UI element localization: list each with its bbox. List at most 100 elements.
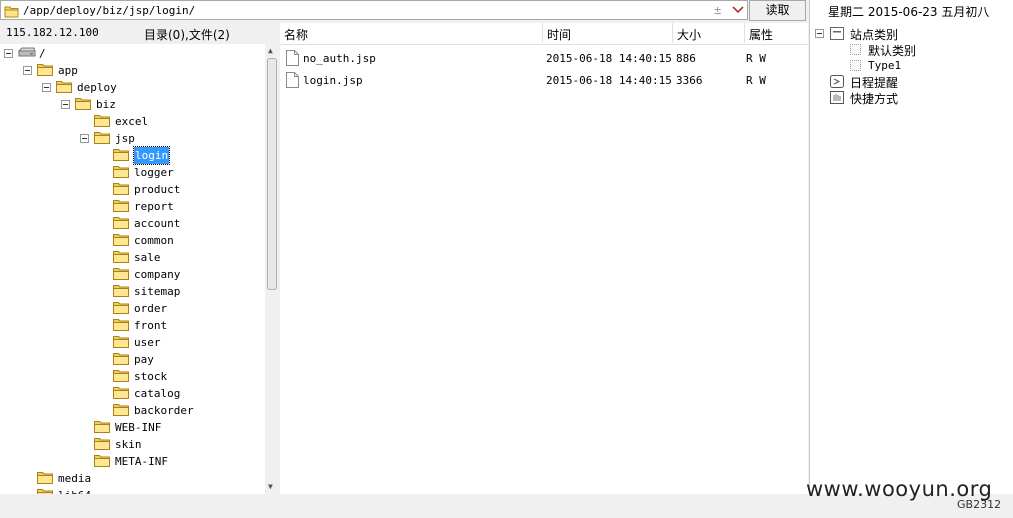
collapse-icon[interactable] <box>42 83 51 92</box>
tree-scrollbar-thumb[interactable] <box>267 58 277 290</box>
tree-node-label[interactable]: report <box>134 198 174 215</box>
tree-node[interactable]: front <box>0 317 265 334</box>
date-display: 星期二 2015-06-23 五月初八 <box>828 5 990 19</box>
tree-node[interactable]: product <box>0 181 265 198</box>
scroll-down-icon[interactable]: ▼ <box>268 482 273 491</box>
tree-node-label[interactable]: logger <box>134 164 174 181</box>
collapse-icon[interactable] <box>4 49 13 58</box>
collapse-icon[interactable] <box>815 29 824 38</box>
tree-node-label[interactable]: deploy <box>77 79 117 96</box>
file-list-header: 名称 时间 大小 属性 <box>280 23 808 45</box>
schedule-icon <box>830 75 844 88</box>
tree-node[interactable]: WEB-INF <box>0 419 265 436</box>
shortcuts-label: 快捷方式 <box>850 92 899 106</box>
tree-node[interactable]: jsp <box>0 130 265 147</box>
checkbox[interactable] <box>850 60 861 71</box>
path-bar[interactable]: /app/deploy/biz/jsp/login/ ± <box>0 0 748 20</box>
scroll-up-icon[interactable]: ▲ <box>268 46 273 55</box>
tree-node-label[interactable]: order <box>134 300 167 317</box>
tree-node[interactable]: META-INF <box>0 453 265 470</box>
file-size: 886 <box>676 52 696 65</box>
tree-node-label[interactable]: / <box>39 45 46 62</box>
tree-node-label[interactable]: user <box>134 334 161 351</box>
tree-node-label[interactable]: lib64 <box>58 487 91 494</box>
tree-node-label[interactable]: skin <box>115 436 142 453</box>
tree-node[interactable]: app <box>0 62 265 79</box>
tree-node-label[interactable]: login <box>132 146 171 165</box>
folder-icon <box>4 6 19 18</box>
file-attr: R W <box>746 74 766 87</box>
server-ip: 115.182.12.100 <box>6 26 99 39</box>
column-time[interactable]: 时间 <box>547 26 571 43</box>
tree-node-label[interactable]: backorder <box>134 402 194 419</box>
path-input[interactable]: /app/deploy/biz/jsp/login/ <box>23 4 195 17</box>
file-time: 2015-06-18 14:40:15 <box>546 74 672 87</box>
read-button[interactable]: 读取 <box>749 0 806 21</box>
tree-node[interactable]: media <box>0 470 265 487</box>
checkbox[interactable] <box>850 44 861 55</box>
column-name[interactable]: 名称 <box>284 26 308 43</box>
tree-node[interactable]: lib64 <box>0 487 265 494</box>
tree-node-label[interactable]: stock <box>134 368 167 385</box>
tree-node-label[interactable]: WEB-INF <box>115 419 161 436</box>
file-name: login.jsp <box>303 74 363 87</box>
shortcut-icon <box>830 91 844 104</box>
dir-file-count: 目录(0),文件(2) <box>144 28 230 42</box>
tree-node-label[interactable]: jsp <box>115 130 135 147</box>
collapse-icon[interactable] <box>80 134 89 143</box>
collapse-icon[interactable] <box>23 66 32 75</box>
tree-node-label[interactable]: front <box>134 317 167 334</box>
tree-node[interactable]: skin <box>0 436 265 453</box>
type1-label: Type1 <box>868 59 902 72</box>
tree-node[interactable]: report <box>0 198 265 215</box>
tree-node-label[interactable]: account <box>134 215 180 232</box>
file-name: no_auth.jsp <box>303 52 376 65</box>
file-list <box>280 23 808 494</box>
site-category-label: 站点类别 <box>850 28 899 42</box>
tree-node-label[interactable]: sale <box>134 249 161 266</box>
schedule-label: 日程提醒 <box>850 76 899 90</box>
column-size[interactable]: 大小 <box>677 26 701 43</box>
tree-node-label[interactable]: common <box>134 232 174 249</box>
tree-node[interactable]: sitemap <box>0 283 265 300</box>
tree-node[interactable]: user <box>0 334 265 351</box>
tree-node-label[interactable]: media <box>58 470 91 487</box>
file-attr: R W <box>746 52 766 65</box>
tree-node-label[interactable]: sitemap <box>134 283 180 300</box>
tree-node-label[interactable]: company <box>134 266 180 283</box>
tree-node[interactable]: account <box>0 215 265 232</box>
tree-node-label[interactable]: product <box>134 181 180 198</box>
tree-node[interactable]: login <box>0 146 265 165</box>
file-row[interactable]: no_auth.jsp 2015-06-18 14:40:15 886 R W <box>280 48 808 68</box>
tree-node[interactable]: order <box>0 300 265 317</box>
tree-node[interactable]: excel <box>0 113 265 130</box>
tree-node-label[interactable]: biz <box>96 96 116 113</box>
tree-node[interactable]: / <box>0 45 265 62</box>
encoding-status: GB2312 <box>957 498 1002 511</box>
tree-node-label[interactable]: app <box>58 62 78 79</box>
tree-node[interactable]: company <box>0 266 265 283</box>
directory-tree: / app deploy biz excel jsp login logger product r… <box>0 44 280 494</box>
tree-node-label[interactable]: META-INF <box>115 453 168 470</box>
tree-node[interactable]: pay <box>0 351 265 368</box>
tree-node[interactable]: deploy <box>0 79 265 96</box>
column-attr[interactable]: 属性 <box>749 26 773 43</box>
tree-node[interactable]: catalog <box>0 385 265 402</box>
tree-node[interactable]: biz <box>0 96 265 113</box>
default-category-label: 默认类别 <box>868 44 917 58</box>
add-icon[interactable]: ± <box>714 3 721 17</box>
tree-node-label[interactable]: catalog <box>134 385 180 402</box>
file-row[interactable]: login.jsp 2015-06-18 14:40:15 3366 R W <box>280 70 808 90</box>
drive-icon <box>17 46 36 63</box>
file-icon <box>286 72 299 88</box>
chevron-down-icon[interactable] <box>731 4 745 16</box>
category-icon <box>830 27 844 40</box>
tree-node[interactable]: logger <box>0 164 265 181</box>
tree-node[interactable]: backorder <box>0 402 265 419</box>
collapse-icon[interactable] <box>61 100 70 109</box>
tree-node[interactable]: stock <box>0 368 265 385</box>
tree-node[interactable]: common <box>0 232 265 249</box>
tree-node-label[interactable]: pay <box>134 351 154 368</box>
tree-node-label[interactable]: excel <box>115 113 148 130</box>
tree-node[interactable]: sale <box>0 249 265 266</box>
